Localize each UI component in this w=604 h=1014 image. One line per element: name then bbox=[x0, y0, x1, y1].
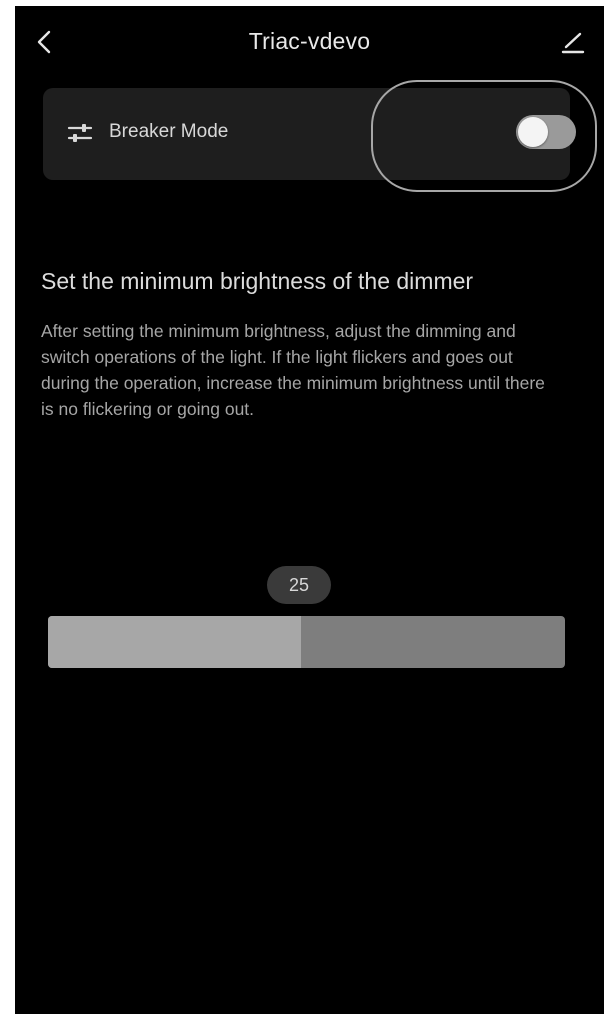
app-screen: Triac-vdevo Breaker Mode Set the minimum… bbox=[15, 6, 604, 1014]
breaker-mode-label: Breaker Mode bbox=[109, 121, 229, 142]
edit-button[interactable] bbox=[555, 24, 591, 60]
section-heading: Set the minimum brightness of the dimmer bbox=[41, 268, 474, 294]
pencil-icon bbox=[561, 32, 585, 54]
brightness-slider[interactable] bbox=[48, 616, 565, 668]
sliders-icon bbox=[67, 124, 93, 142]
page-title: Triac-vdevo bbox=[248, 28, 371, 54]
section-description: After setting the minimum brightness, ad… bbox=[41, 321, 545, 419]
breaker-mode-card: Breaker Mode bbox=[43, 88, 576, 180]
breaker-mode-toggle[interactable] bbox=[516, 115, 576, 149]
nav-bar: Triac-vdevo bbox=[15, 6, 604, 78]
slider-fill bbox=[48, 616, 302, 668]
toggle-knob bbox=[518, 117, 548, 147]
slider-value-badge: 25 bbox=[267, 566, 331, 604]
